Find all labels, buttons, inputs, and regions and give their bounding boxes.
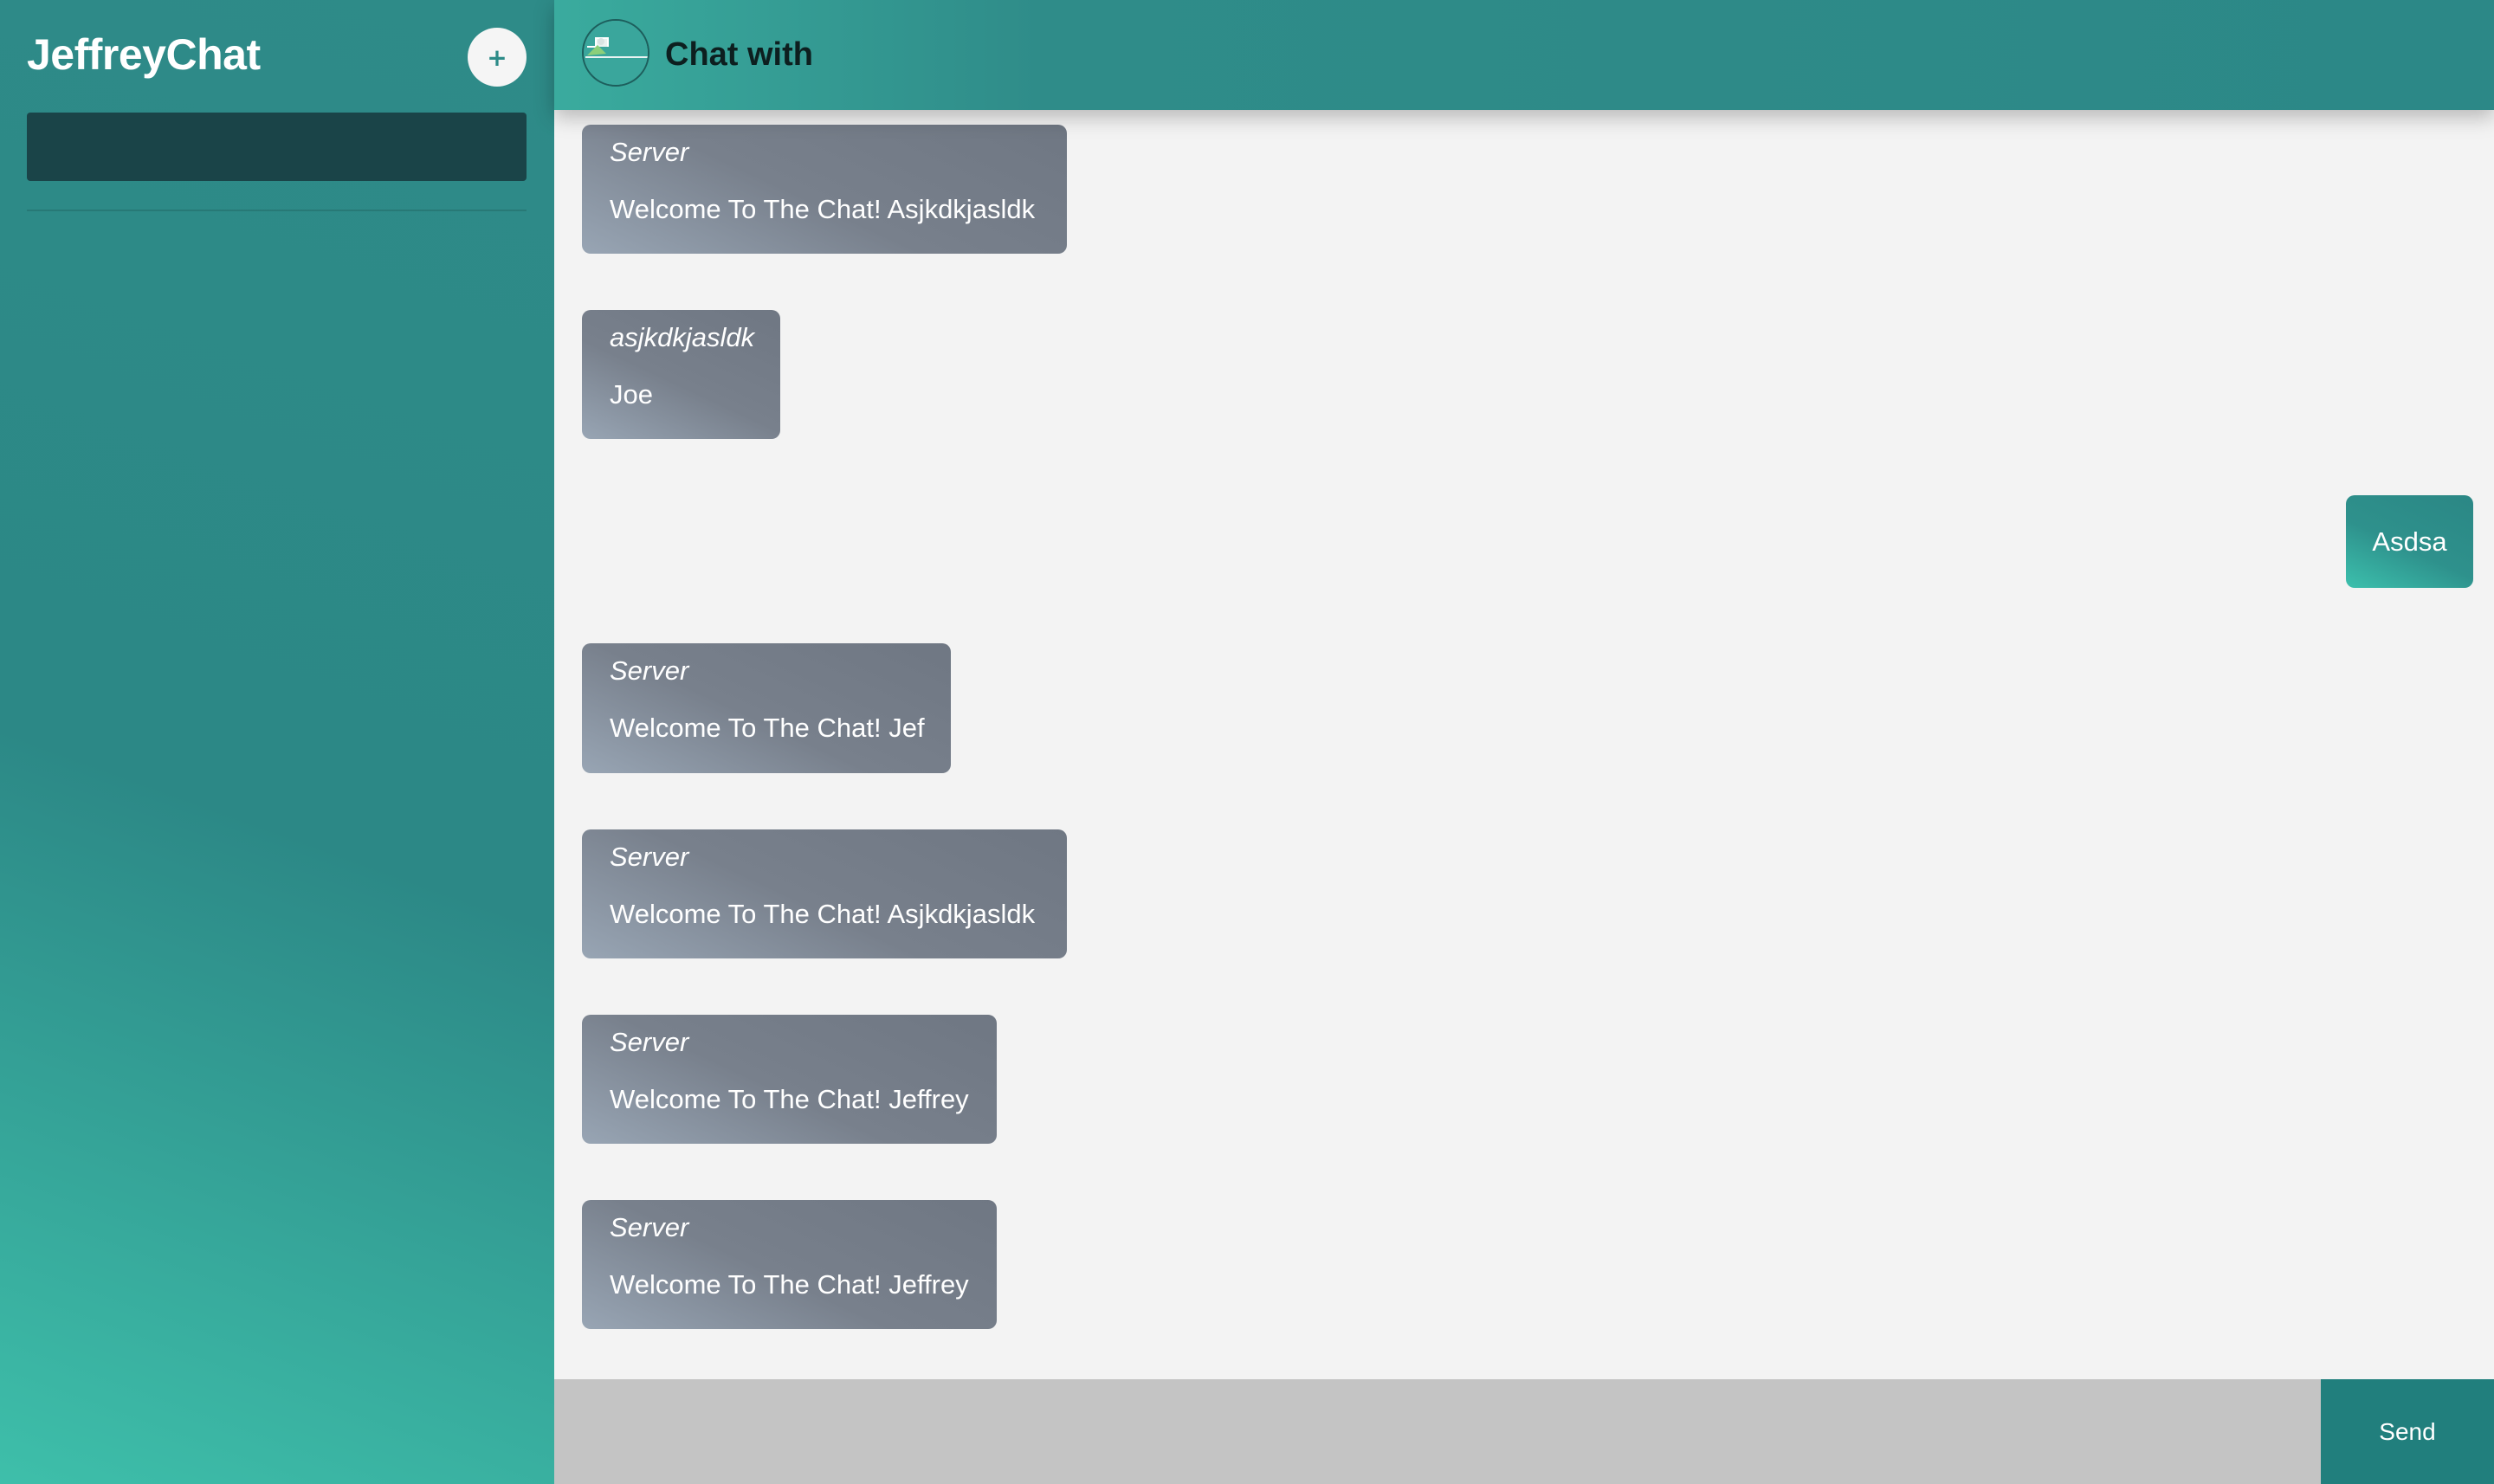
message-text: Welcome To The Chat! Jeffrey	[610, 1084, 969, 1114]
message-bubble: Server Welcome To The Chat! Jef	[582, 643, 951, 773]
message-text: Welcome To The Chat! Asjkdkjasldk	[610, 194, 1036, 224]
message-sender: Server	[610, 137, 689, 167]
broken-image-icon	[584, 21, 648, 85]
message-sender: Server	[610, 655, 689, 686]
chat-header: Chat with	[554, 0, 2494, 110]
new-chat-button[interactable]: +	[468, 28, 527, 87]
message-sender: asjkdkjasldk	[610, 322, 755, 352]
message-sender: Server	[610, 1212, 689, 1242]
message-bubble: Server Welcome To The Chat! Asjkdkjasldk	[582, 829, 1067, 958]
send-button[interactable]: Send	[2321, 1379, 2494, 1484]
sidebar-search-input[interactable]	[27, 113, 527, 181]
sidebar-divider	[27, 210, 527, 211]
message-bubble: asjkdkjasldk Joe	[582, 310, 780, 439]
message-text: Asdsa	[2372, 526, 2447, 557]
message-input[interactable]	[554, 1379, 2321, 1484]
message-bubble: Server Welcome To The Chat! Asjkdkjasldk	[582, 125, 1067, 254]
sidebar: JeffreyChat +	[0, 0, 554, 1484]
message-list: Server Welcome To The Chat! Asjkdkjasldk…	[554, 110, 2494, 1379]
message-text: Welcome To The Chat! Jef	[610, 713, 925, 743]
message-bubble: Server Welcome To The Chat! Jeffrey	[582, 1015, 997, 1144]
message-bubble: Server Welcome To The Chat! Jeffrey	[582, 1200, 997, 1329]
message-text: Joe	[610, 379, 653, 410]
message-text: Welcome To The Chat! Jeffrey	[610, 1269, 969, 1300]
app-brand: JeffreyChat	[27, 30, 261, 79]
message-sender: Server	[610, 842, 689, 872]
message-text: Welcome To The Chat! Asjkdkjasldk	[610, 899, 1036, 929]
own-message-bubble: Asdsa	[2346, 495, 2473, 588]
chat-title: Chat with	[665, 36, 813, 73]
message-composer: Send	[554, 1379, 2494, 1484]
message-sender: Server	[610, 1027, 689, 1057]
contact-avatar[interactable]	[582, 19, 649, 87]
